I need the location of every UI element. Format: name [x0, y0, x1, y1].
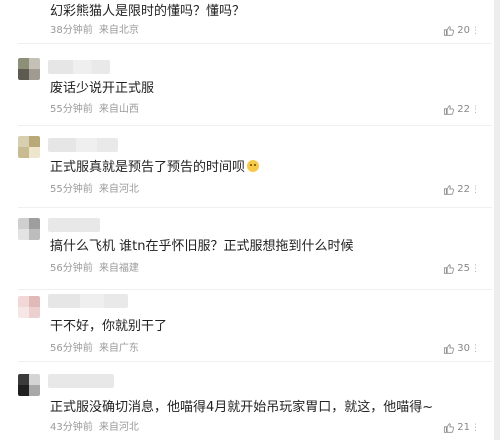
comment-item: 搞什么飞机 谁tn在乎怀旧服？正式服想拖到什么时候 56分钟前 来自福建 25 …	[0, 208, 492, 290]
thumbs-up-icon	[444, 423, 455, 433]
more-icon[interactable]: ⋮	[471, 264, 480, 274]
like-button[interactable]: 20	[443, 25, 470, 36]
comment-location: 来自广东	[98, 343, 139, 354]
thumbs-up-icon	[444, 264, 455, 274]
username[interactable]	[48, 60, 110, 74]
comment-meta: 56分钟前 来自广东	[50, 343, 139, 355]
like-button[interactable]: 22	[443, 184, 470, 195]
like-count: 21	[457, 422, 470, 433]
username[interactable]	[48, 374, 114, 388]
avatar[interactable]	[18, 296, 40, 318]
comment-item: 废话少说开正式服 55分钟前 来自山西 22 ⋮	[0, 44, 492, 126]
thumbs-up-icon	[444, 344, 455, 354]
like-count: 22	[457, 104, 470, 115]
comment-time: 43分钟前	[50, 422, 93, 433]
comment-time: 56分钟前	[50, 263, 93, 274]
avatar[interactable]	[18, 218, 40, 240]
more-icon[interactable]: ⋮	[471, 105, 480, 115]
like-button[interactable]: 21	[443, 422, 470, 433]
more-icon[interactable]: ⋮	[471, 185, 480, 195]
comment-item: 正式服没确切消息，他喵得4月就开始吊玩家胃口，就这，他喵得~ 43分钟前 来自河…	[0, 362, 492, 440]
smile-emoji-icon	[247, 160, 260, 172]
comment-text: 废话少说开正式服	[50, 81, 155, 96]
comment-text-body: 正式服真就是预告了预告的时间呗	[50, 160, 246, 175]
like-count: 20	[457, 25, 470, 36]
comment-location: 来自北京	[98, 25, 139, 36]
username[interactable]	[48, 138, 118, 152]
thumbs-up-icon	[444, 185, 455, 195]
more-icon[interactable]: ⋮	[471, 344, 480, 354]
comment-meta: 55分钟前 来自山西	[50, 104, 139, 116]
avatar[interactable]	[18, 136, 40, 158]
comment-location: 来自福建	[98, 263, 139, 274]
like-count: 22	[457, 184, 470, 195]
comment-meta: 43分钟前 来自河北	[50, 422, 139, 434]
comment-item: 幻彩熊猫人是限时的懂吗？懂吗？ 38分钟前 来自北京 20 ⋮	[0, 0, 492, 44]
comment-meta: 55分钟前 来自河北	[50, 184, 139, 196]
comment-location: 来自河北	[98, 184, 139, 195]
username[interactable]	[48, 218, 100, 232]
comment-time: 56分钟前	[50, 343, 93, 354]
comment-time: 38分钟前	[50, 25, 93, 36]
comment-item: 正式服真就是预告了预告的时间呗 55分钟前 来自河北 22 ⋮	[0, 126, 492, 208]
like-button[interactable]: 22	[443, 104, 470, 115]
comment-item: 干不好，你就别干了 56分钟前 来自广东 30 ⋮	[0, 290, 492, 362]
comment-text: 干不好，你就别干了	[50, 319, 168, 334]
comment-text: 正式服没确切消息，他喵得4月就开始吊玩家胃口，就这，他喵得~	[50, 400, 434, 415]
like-count: 30	[457, 343, 470, 354]
comment-text: 正式服真就是预告了预告的时间呗	[50, 159, 260, 177]
like-count: 25	[457, 263, 470, 274]
thumbs-up-icon	[444, 26, 455, 36]
username[interactable]	[48, 294, 128, 308]
scrollbar-track[interactable]	[494, 0, 500, 440]
comment-meta: 56分钟前 来自福建	[50, 263, 139, 275]
comment-text: 幻彩熊猫人是限时的懂吗？懂吗？	[50, 4, 246, 19]
like-button[interactable]: 30	[443, 343, 470, 354]
more-icon[interactable]: ⋮	[471, 423, 480, 433]
like-button[interactable]: 25	[443, 263, 470, 274]
avatar[interactable]	[18, 58, 40, 80]
avatar[interactable]	[18, 374, 40, 396]
comment-time: 55分钟前	[50, 184, 93, 195]
comment-location: 来自河北	[98, 422, 139, 433]
comment-text: 搞什么飞机 谁tn在乎怀旧服？正式服想拖到什么时候	[50, 239, 354, 254]
more-icon[interactable]: ⋮	[471, 26, 480, 36]
thumbs-up-icon	[444, 105, 455, 115]
comment-location: 来自山西	[98, 104, 139, 115]
comment-time: 55分钟前	[50, 104, 93, 115]
comment-meta: 38分钟前 来自北京	[50, 25, 139, 37]
